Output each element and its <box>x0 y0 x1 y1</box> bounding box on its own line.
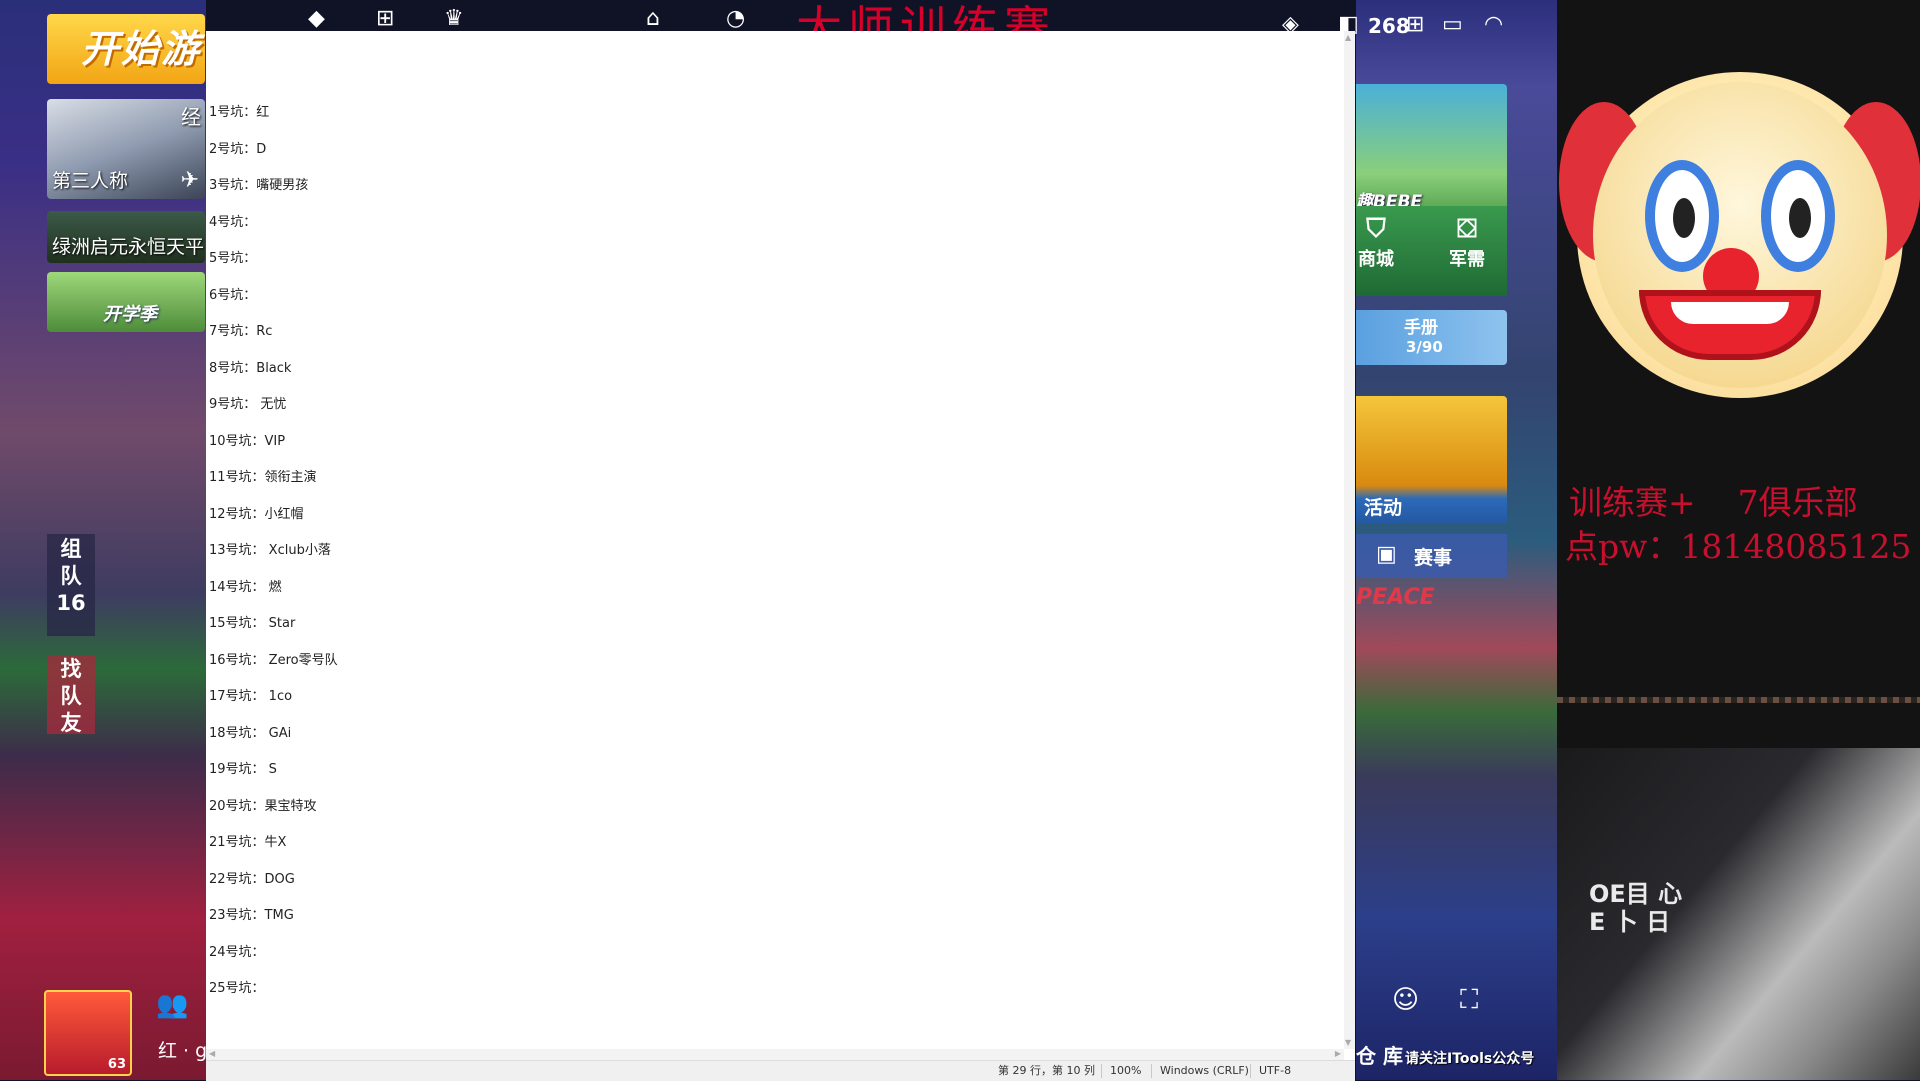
match-button[interactable]: ▣ 赛事 <box>1356 534 1507 578</box>
clown-eye-left <box>1645 160 1719 272</box>
add-box-icon[interactable]: ⊞ <box>1406 12 1424 37</box>
mode-tile[interactable]: 经 第三人称 ✈ <box>47 99 205 199</box>
follow-note: 请关注ITools公众号 <box>1405 1051 1535 1067</box>
event-tile[interactable]: 开学季 <box>47 272 205 332</box>
text-editor[interactable]: 1号坑：红 2号坑：D 3号坑：嘴硬男孩 4号坑： 5号坑： 6号坑： 7号坑：Rc 8号坑：… <box>206 31 1344 1049</box>
peace-banner: PEACE <box>1356 585 1435 610</box>
text-line: 8号坑：Black <box>209 360 292 376</box>
webcam-feed: OE目 心 E 卜 日 <box>1557 748 1920 1080</box>
text-line: 23号坑：TMG <box>209 908 294 923</box>
find-label-3: 友 <box>60 711 82 735</box>
player-avatar[interactable]: 63 <box>44 990 132 1076</box>
map-label: 绿洲启元永恒天平 <box>52 236 205 258</box>
vertical-scrollbar[interactable]: ▲ ▼ <box>1344 31 1355 1049</box>
status-bar: 第 29 行，第 10 列 100% Windows (CRLF) UTF-8 <box>206 1060 1355 1081</box>
text-line: 20号坑：果宝特攻 <box>209 798 317 814</box>
map-tile[interactable]: 绿洲启元永恒天平 <box>47 211 205 263</box>
wifi-icon: ◠ <box>1484 12 1504 37</box>
bead-divider <box>1557 697 1920 703</box>
promo-line-2: 点pw：18148085125 <box>1565 527 1912 566</box>
line-ending[interactable]: Windows (CRLF) <box>1151 1064 1249 1078</box>
streamer-panel: 训练赛+ 7俱乐部 点pw：18148085125 OE目 心 E 卜 日 <box>1557 0 1920 1080</box>
mode-corner-text: 经 <box>181 105 201 129</box>
cursor-position: 第 29 行，第 10 列 <box>998 1064 1095 1077</box>
text-line: 3号坑：嘴硬男孩 <box>209 178 309 193</box>
text-line: 7号坑：Rc <box>209 324 273 339</box>
avatar-level: 63 <box>107 1057 126 1072</box>
handbook-label: 手册 <box>1404 318 1438 338</box>
shirt-text: OE目 心 E 卜 日 <box>1589 880 1683 936</box>
activity-button[interactable]: 活动 <box>1356 396 1507 524</box>
text-line: 14号坑： 燃 <box>209 579 282 595</box>
team-button[interactable]: 组 队 16 <box>47 534 95 636</box>
bracket-icon[interactable]: ⊞ <box>376 6 394 31</box>
airplane-icon: ✈ <box>180 168 199 193</box>
encoding[interactable]: UTF-8 <box>1250 1064 1291 1078</box>
team-label-2: 队 <box>60 564 82 588</box>
team-label-1: 组 <box>60 537 82 561</box>
clown-emoji-icon <box>1559 72 1920 398</box>
text-line: 15号坑： Star <box>209 616 296 631</box>
warehouse-label[interactable]: 仓 库 <box>1356 1040 1403 1069</box>
text-line: 17号坑： 1co <box>209 689 293 704</box>
text-line: 22号坑：DOG <box>209 871 295 887</box>
text-line: 11号坑：领衔主演 <box>209 470 317 485</box>
text-line: 6号坑： <box>209 287 257 303</box>
gamepad-icon[interactable]: ◆ <box>308 6 325 31</box>
handbook-button[interactable]: 手册 3/90 <box>1356 310 1507 365</box>
game-top-hud: ◆ ⊞ ♛ ⌂ ◔ 大师训练赛 <box>206 0 1356 55</box>
supply-button[interactable]: ⛋ 军需 <box>1432 214 1502 271</box>
tv-icon: ▣ <box>1376 542 1397 567</box>
shop-button[interactable]: ⛉ 商城 <box>1356 214 1396 271</box>
notepad-window: 1号坑：红 2号坑：D 3号坑：嘴硬男孩 4号坑： 5号坑： 6号坑： 7号坑：Rc 8号坑：… <box>206 31 1355 1081</box>
team-label-3: 16 <box>56 591 86 615</box>
text-line: 13号坑： Xclub小落 <box>209 543 331 558</box>
scroll-down-icon[interactable]: ▼ <box>1345 1038 1351 1047</box>
find-team-button[interactable]: 找 队 友 <box>47 656 95 735</box>
scroll-left-icon[interactable]: ◀ <box>209 1049 215 1058</box>
shop-row: ⛉ 商城 ⛋ 军需 <box>1356 206 1507 296</box>
text-line: 4号坑： <box>209 214 257 230</box>
text-line: 1号坑：红 <box>209 105 270 120</box>
text-line: 21号坑：牛X <box>209 835 287 850</box>
text-line: 12号坑：小红帽 <box>209 506 304 522</box>
text-line: 9号坑： 无忧 <box>209 397 287 412</box>
text-line: 24号坑： <box>209 944 265 960</box>
event-label: 开学季 <box>103 304 157 325</box>
text-line: 18号坑： GAi <box>209 725 292 741</box>
scroll-up-icon[interactable]: ▲ <box>1345 33 1351 42</box>
mode-label: 第三人称 <box>52 170 129 192</box>
zoom-level[interactable]: 100% <box>1101 1064 1141 1078</box>
text-line: 5号坑： <box>209 251 257 266</box>
friends-icon[interactable]: 👥 <box>156 990 188 1020</box>
find-label-1: 找 <box>60 657 82 681</box>
status-number: 268 <box>1368 14 1410 38</box>
text-line: 10号坑：VIP <box>209 433 286 449</box>
shop-bag-icon: ⛉ <box>1366 214 1386 244</box>
trophy-icon[interactable]: ♛ <box>444 6 464 31</box>
player-tag: 红 · g <box>158 1040 208 1062</box>
start-game-button[interactable]: 开始游 <box>47 14 205 84</box>
battery-icon: ▭ <box>1442 12 1463 37</box>
shop-label: 商城 <box>1358 249 1394 270</box>
home-icon[interactable]: ⌂ <box>646 6 660 31</box>
clock-icon[interactable]: ◔ <box>726 6 745 31</box>
fullscreen-icon[interactable]: ⛶ <box>1460 985 1478 1016</box>
horizontal-scrollbar[interactable]: ◀ ▶ <box>206 1049 1344 1060</box>
find-label-2: 队 <box>60 684 82 708</box>
handbook-progress: 3/90 <box>1406 338 1443 356</box>
text-line: 16号坑： Zero零号队 <box>209 652 338 668</box>
emoji-icon[interactable]: ☺ <box>1392 985 1419 1015</box>
text-line: 2号坑：D <box>209 141 267 157</box>
supply-label: 军需 <box>1449 249 1485 270</box>
match-label: 赛事 <box>1414 547 1453 569</box>
promo-line-1: 训练赛+ 7俱乐部 <box>1569 483 1858 522</box>
scroll-right-icon[interactable]: ▶ <box>1335 1049 1341 1058</box>
clown-eye-right <box>1761 160 1835 272</box>
game-left-panel: 开始游 经 第三人称 ✈ 绿洲启元永恒天平 开学季 组 队 16 找 队 友 <box>0 0 206 1080</box>
activity-label: 活动 <box>1364 497 1403 519</box>
supply-box-icon: ⛋ <box>1457 214 1477 244</box>
text-line: 19号坑： S <box>209 762 277 777</box>
text-line: 25号坑： <box>209 981 265 996</box>
